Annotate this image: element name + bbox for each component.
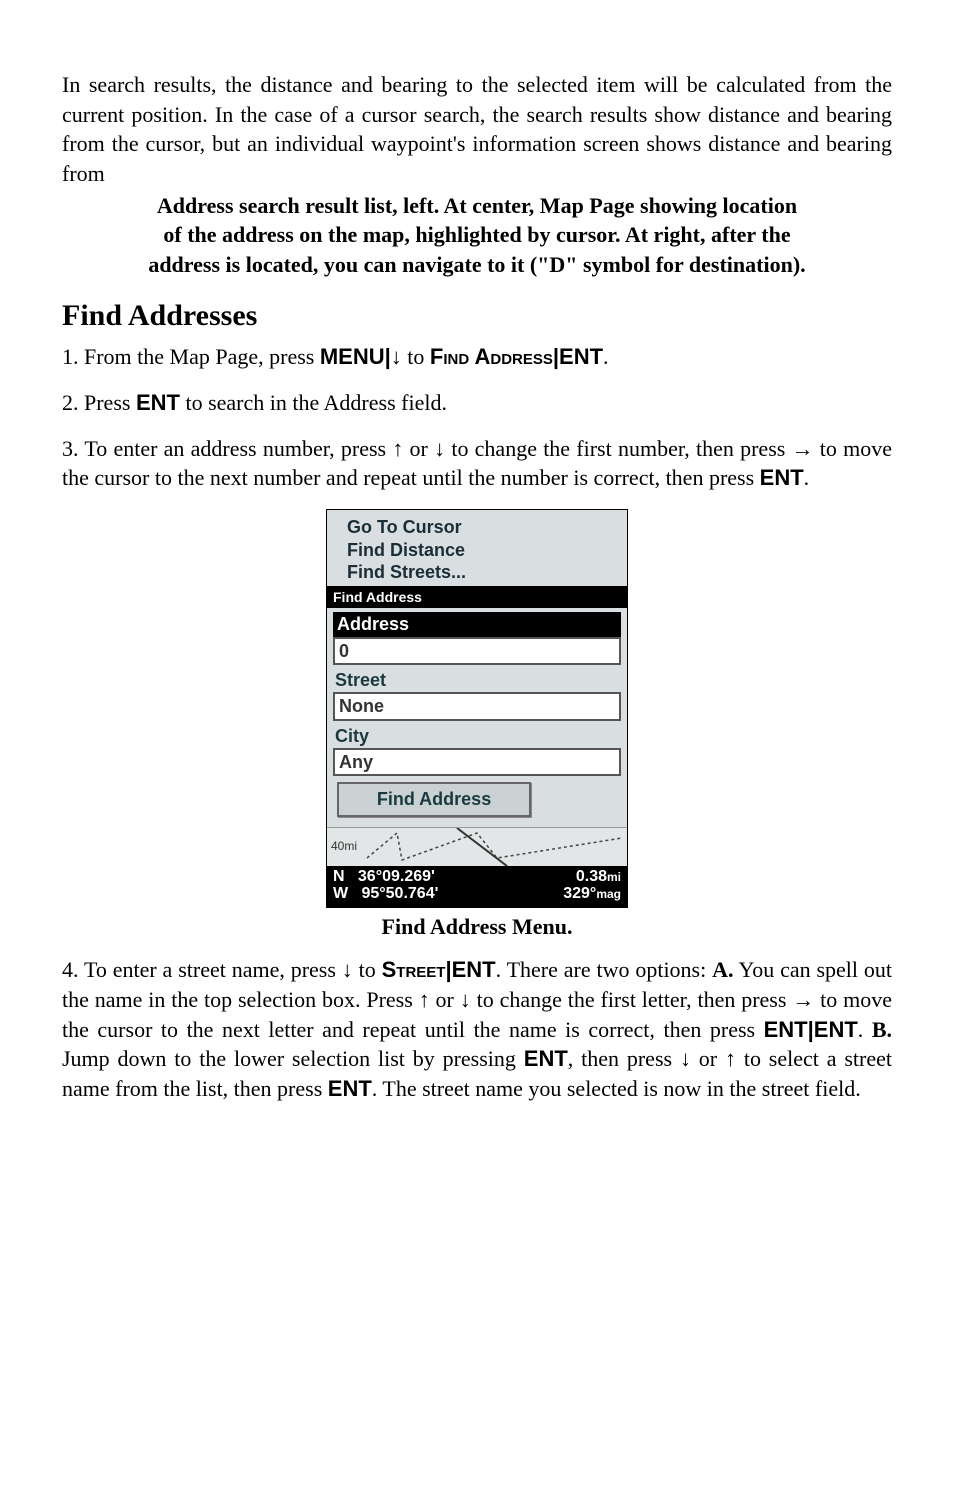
up-arrow-icon: ↑ bbox=[725, 1046, 736, 1071]
titlebar: Find Address bbox=[327, 586, 627, 609]
caption-line-1: Address search result list, left. At cen… bbox=[157, 193, 797, 218]
down-arrow-icon: ↓ bbox=[434, 436, 445, 461]
s4-b2: , then press bbox=[568, 1046, 680, 1071]
status-bar: N 36°09.269' W 95°50.764' 0.38mi 329°mag bbox=[327, 866, 627, 907]
caption-line-2: of the address on the map, highlighted b… bbox=[163, 222, 790, 247]
up-arrow-icon: ↑ bbox=[392, 436, 403, 461]
find-address-panel: Address 0 Street None City Any Find Addr… bbox=[327, 608, 627, 826]
step3-mid: to change the first number, then press bbox=[445, 436, 791, 461]
s4-pre: 4. To enter a street name, press bbox=[62, 957, 342, 982]
lon-label: W bbox=[333, 885, 348, 902]
s4-or2: or bbox=[691, 1046, 725, 1071]
down-arrow-icon: ↓ bbox=[342, 957, 353, 982]
down-arrow-icon: ↓ bbox=[391, 344, 402, 369]
step1-post: . bbox=[603, 344, 609, 369]
down-arrow-icon: ↓ bbox=[680, 1046, 691, 1071]
s4-post1: . There are two options: bbox=[496, 957, 712, 982]
lat-label: N bbox=[333, 868, 345, 885]
address-label-selected: Address bbox=[333, 612, 621, 636]
s4-a2: to change the first letter, then press bbox=[471, 987, 793, 1012]
figure-caption: Find Address Menu. bbox=[62, 912, 892, 942]
s4-b: Jump down to the lower selection list by… bbox=[62, 1046, 524, 1071]
menu-item-find-distance[interactable]: Find Distance bbox=[347, 539, 619, 562]
step3-or: or bbox=[403, 436, 434, 461]
section-heading: Find Addresses bbox=[62, 296, 892, 337]
step-2: 2. Press ENT to search in the Address fi… bbox=[62, 388, 892, 418]
street-label: Street bbox=[333, 668, 621, 692]
street-input[interactable]: None bbox=[333, 692, 621, 720]
menu-item-go-to-cursor[interactable]: Go To Cursor bbox=[347, 516, 619, 539]
device-screenshot: Go To Cursor Find Distance Find Streets.… bbox=[326, 509, 628, 908]
option-a-label: A. bbox=[712, 957, 733, 982]
lat-value: 36°09.269' bbox=[358, 868, 435, 885]
distance-value: 0.38 bbox=[576, 868, 607, 885]
step3-post: . bbox=[804, 465, 810, 490]
lon-value: 95°50.764' bbox=[361, 885, 438, 902]
ent-key: ENT bbox=[760, 465, 804, 490]
right-arrow-icon: → bbox=[792, 436, 814, 461]
city-label: City bbox=[333, 724, 621, 748]
s4-to: to bbox=[353, 957, 382, 982]
option-b-label: B. bbox=[872, 1017, 892, 1042]
step-3: 3. To enter an address number, press ↑ o… bbox=[62, 434, 892, 493]
step-4: 4. To enter a street name, press ↓ to St… bbox=[62, 955, 892, 1103]
step-1: 1. From the Map Page, press MENU|↓ to Fi… bbox=[62, 342, 892, 372]
caption-top: Address search result list, left. At cen… bbox=[62, 191, 892, 280]
ent-key: ENT bbox=[559, 344, 603, 369]
bearing-value: 329 bbox=[563, 885, 590, 902]
s4-b4: . The street name you selected is now in… bbox=[372, 1076, 861, 1101]
step1-to: to bbox=[402, 344, 430, 369]
ent-key: ENT bbox=[328, 1076, 372, 1101]
city-input[interactable]: Any bbox=[333, 748, 621, 776]
intro-paragraph: In search results, the distance and bear… bbox=[62, 70, 892, 189]
s4-or: or bbox=[430, 987, 460, 1012]
down-arrow-icon: ↓ bbox=[460, 987, 471, 1012]
map-preview: 40mi bbox=[327, 827, 627, 866]
road-line-icon bbox=[327, 828, 627, 866]
menu-key: MENU bbox=[320, 344, 385, 369]
ent-key: ENT bbox=[524, 1046, 568, 1071]
step1-text: 1. From the Map Page, press bbox=[62, 344, 320, 369]
distance-bearing: 0.38mi 329°mag bbox=[563, 868, 621, 903]
ent-key: ENT bbox=[764, 1017, 808, 1042]
context-menu: Go To Cursor Find Distance Find Streets.… bbox=[327, 510, 627, 586]
street-label-kbd: Street bbox=[382, 957, 446, 982]
ent-key: ENT bbox=[452, 957, 496, 982]
find-address-label: Find Address bbox=[430, 344, 553, 369]
distance-unit: mi bbox=[607, 870, 621, 884]
up-arrow-icon: ↑ bbox=[419, 987, 430, 1012]
caption-line-3: address is located, you can navigate to … bbox=[148, 252, 805, 277]
ent-key: ENT bbox=[814, 1017, 858, 1042]
s4-a4: . bbox=[858, 1017, 872, 1042]
ent-key: ENT bbox=[136, 390, 180, 415]
step3-pre: 3. To enter an address number, press bbox=[62, 436, 392, 461]
right-arrow-icon: → bbox=[792, 987, 814, 1012]
bearing-unit: mag bbox=[596, 887, 621, 901]
step2-post: to search in the Address field. bbox=[180, 390, 447, 415]
address-input[interactable]: 0 bbox=[333, 637, 621, 665]
find-address-button[interactable]: Find Address bbox=[337, 782, 531, 816]
figure: Go To Cursor Find Distance Find Streets.… bbox=[62, 509, 892, 941]
coordinates: N 36°09.269' W 95°50.764' bbox=[333, 868, 438, 903]
step2-pre: 2. Press bbox=[62, 390, 136, 415]
menu-item-find-streets[interactable]: Find Streets... bbox=[347, 561, 619, 584]
